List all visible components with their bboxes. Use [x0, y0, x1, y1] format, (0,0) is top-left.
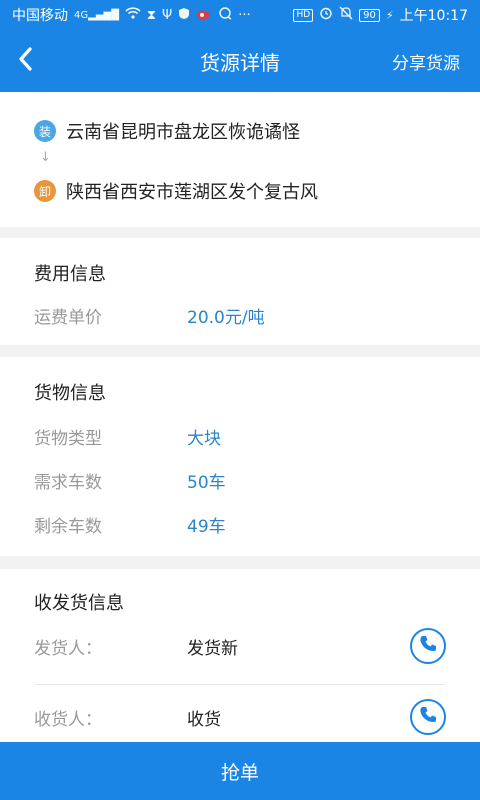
freight-price-label: 运费单价: [34, 307, 102, 328]
remaining-trucks-label: 剩余车数: [34, 516, 102, 537]
back-button[interactable]: [18, 44, 54, 78]
phone-icon: [418, 634, 438, 658]
cargo-info-title: 货物信息: [34, 383, 106, 404]
required-trucks-value: 50车: [187, 472, 226, 493]
hourglass-icon: ⧗: [146, 7, 157, 23]
cargo-info-card: 货物信息 货物类型 大块 需求车数 50车 剩余车数 49车: [0, 357, 480, 556]
fee-info-title: 费用信息: [34, 264, 106, 285]
call-shipper-button[interactable]: [410, 628, 446, 664]
hd-badge: HD: [293, 8, 314, 22]
status-right: HD 90 ⚡ 上午10:17: [293, 5, 468, 25]
shipper-name: 发货新: [187, 638, 238, 659]
battery-level: 90: [363, 9, 376, 21]
remaining-trucks-row: 剩余车数 49车: [34, 511, 226, 537]
receiver-row: 收货人： 收货: [34, 704, 221, 730]
call-receiver-button[interactable]: [410, 699, 446, 735]
shipper-row: 发货人： 发货新: [34, 633, 238, 659]
battery-icon: 90: [359, 8, 380, 22]
status-bar: 中国移动 4G▂▄▆█ ⧗ Ψ ··· HD 90 ⚡ 上午10:17: [0, 0, 480, 30]
cargo-type-row: 货物类型 大块: [34, 423, 221, 449]
alarm-icon: [319, 6, 333, 24]
weibo-icon: [196, 7, 212, 24]
unload-address-row: 卸 陕西省西安市莲湖区发个复古风: [34, 178, 318, 204]
cargo-type-value: 大块: [187, 428, 221, 449]
grab-order-button[interactable]: 抢单: [0, 742, 480, 800]
load-address-row: 装 云南省昆明市盘龙区恢诡谲怪: [34, 118, 300, 144]
remaining-trucks-value: 49车: [187, 516, 226, 537]
unload-address: 陕西省西安市莲湖区发个复古风: [66, 182, 318, 203]
top-navbar: 货源详情 分享货源: [0, 30, 480, 92]
contact-info-card: 收发货信息 发货人： 发货新 收货人： 收货: [0, 569, 480, 744]
mute-icon: [339, 6, 353, 24]
required-trucks-label: 需求车数: [34, 472, 102, 493]
contact-divider: [34, 684, 446, 685]
carrier-label: 中国移动: [12, 8, 68, 24]
unload-badge: 卸: [34, 180, 56, 202]
chat-icon: [218, 6, 232, 24]
freight-price-value: 20.0元/吨: [187, 307, 265, 328]
route-arrow-icon: ↓: [40, 150, 51, 165]
network-type-label: 4G: [74, 9, 89, 21]
receiver-name: 收货: [187, 709, 221, 730]
load-badge: 装: [34, 120, 56, 142]
chevron-left-icon: [18, 47, 32, 75]
usb-icon: Ψ: [162, 7, 173, 23]
charging-icon: ⚡: [385, 8, 394, 22]
freight-price-row: 运费单价 20.0元/吨: [34, 302, 265, 328]
phone-icon: [418, 705, 438, 729]
clock-time: 上午10:17: [399, 8, 468, 24]
required-trucks-row: 需求车数 50车: [34, 467, 226, 493]
status-left: 中国移动 4G▂▄▆█ ⧗ Ψ ···: [12, 5, 251, 25]
shield-icon: [178, 7, 190, 24]
cargo-type-label: 货物类型: [34, 428, 102, 449]
load-address: 云南省昆明市盘龙区恢诡谲怪: [66, 122, 300, 143]
shipper-label: 发货人：: [34, 638, 102, 659]
more-notifications-icon: ···: [238, 7, 251, 23]
signal-icon: 4G▂▄▆█: [74, 9, 119, 21]
wifi-icon: [125, 7, 141, 23]
receiver-label: 收货人：: [34, 709, 102, 730]
contact-info-title: 收发货信息: [34, 593, 124, 614]
share-cargo-button[interactable]: 分享货源: [392, 49, 460, 74]
fee-info-card: 费用信息 运费单价 20.0元/吨: [0, 238, 480, 345]
route-card: 装 云南省昆明市盘龙区恢诡谲怪 ↓ 卸 陕西省西安市莲湖区发个复古风: [0, 92, 480, 227]
